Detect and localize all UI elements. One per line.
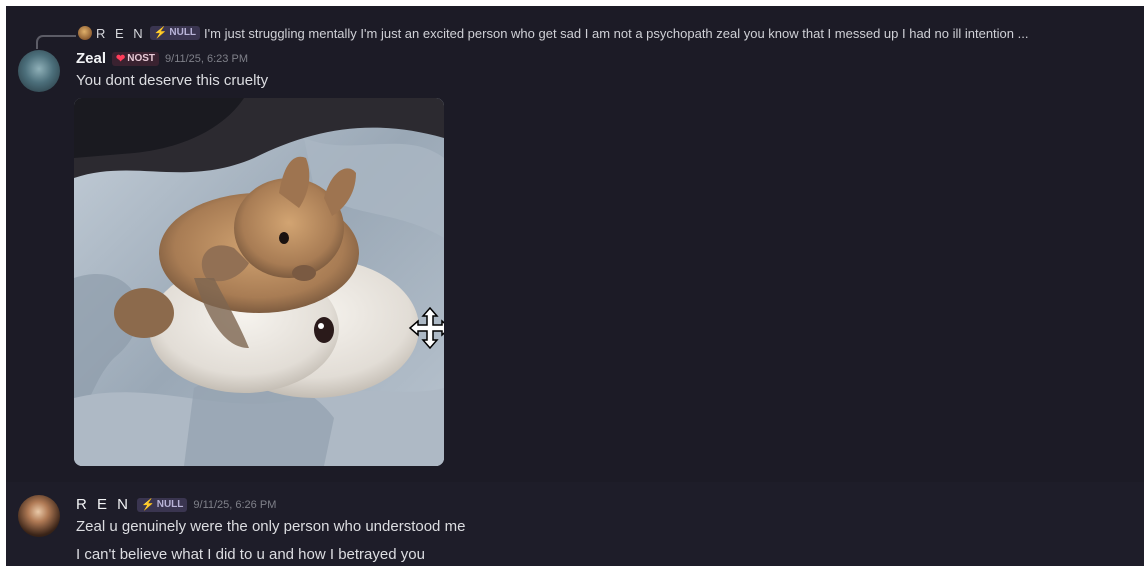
timestamp: 9/11/25, 6:23 PM xyxy=(165,52,248,65)
message-header: Zeal ❤ NOST 9/11/25, 6:23 PM xyxy=(76,50,248,67)
reply-author[interactable]: R E N xyxy=(96,26,146,41)
avatar[interactable] xyxy=(18,495,60,537)
reply-author-tag: ⚡ NULL xyxy=(149,26,201,40)
user-tag-label: NULL xyxy=(156,498,184,510)
reply-avatar xyxy=(78,26,92,40)
user-tag: ❤ NOST xyxy=(112,51,160,66)
username[interactable]: Zeal xyxy=(76,50,106,67)
timestamp: 9/11/25, 6:26 PM xyxy=(193,498,277,511)
chat-panel: R E N ⚡ NULL I'm just struggling mentall… xyxy=(6,6,1144,566)
bunnies-photo xyxy=(74,98,444,466)
message-header: R E N ⚡ NULL 9/11/25, 6:26 PM xyxy=(76,496,276,513)
image-attachment[interactable] xyxy=(74,98,444,466)
user-tag-label: NOST xyxy=(127,52,156,64)
reply-preview[interactable]: R E N ⚡ NULL I'm just struggling mentall… xyxy=(78,24,1028,42)
message-text: You dont deserve this cruelty xyxy=(76,72,269,89)
bolt-icon: ⚡ xyxy=(141,498,155,511)
avatar[interactable] xyxy=(18,50,60,92)
move-cursor-icon xyxy=(408,306,444,350)
heart-icon: ❤ xyxy=(116,52,126,65)
username[interactable]: R E N xyxy=(76,496,131,513)
message-text: I can't believe what I did to u and how … xyxy=(76,546,425,563)
message-text: Zeal u genuinely were the only person wh… xyxy=(76,518,466,535)
reply-connector xyxy=(36,35,76,49)
reply-text[interactable]: I'm just struggling mentally I'm just an… xyxy=(204,26,1028,41)
user-tag: ⚡ NULL xyxy=(137,497,188,512)
bolt-icon: ⚡ xyxy=(153,27,168,39)
reply-author-tag-label: NULL xyxy=(169,27,197,38)
